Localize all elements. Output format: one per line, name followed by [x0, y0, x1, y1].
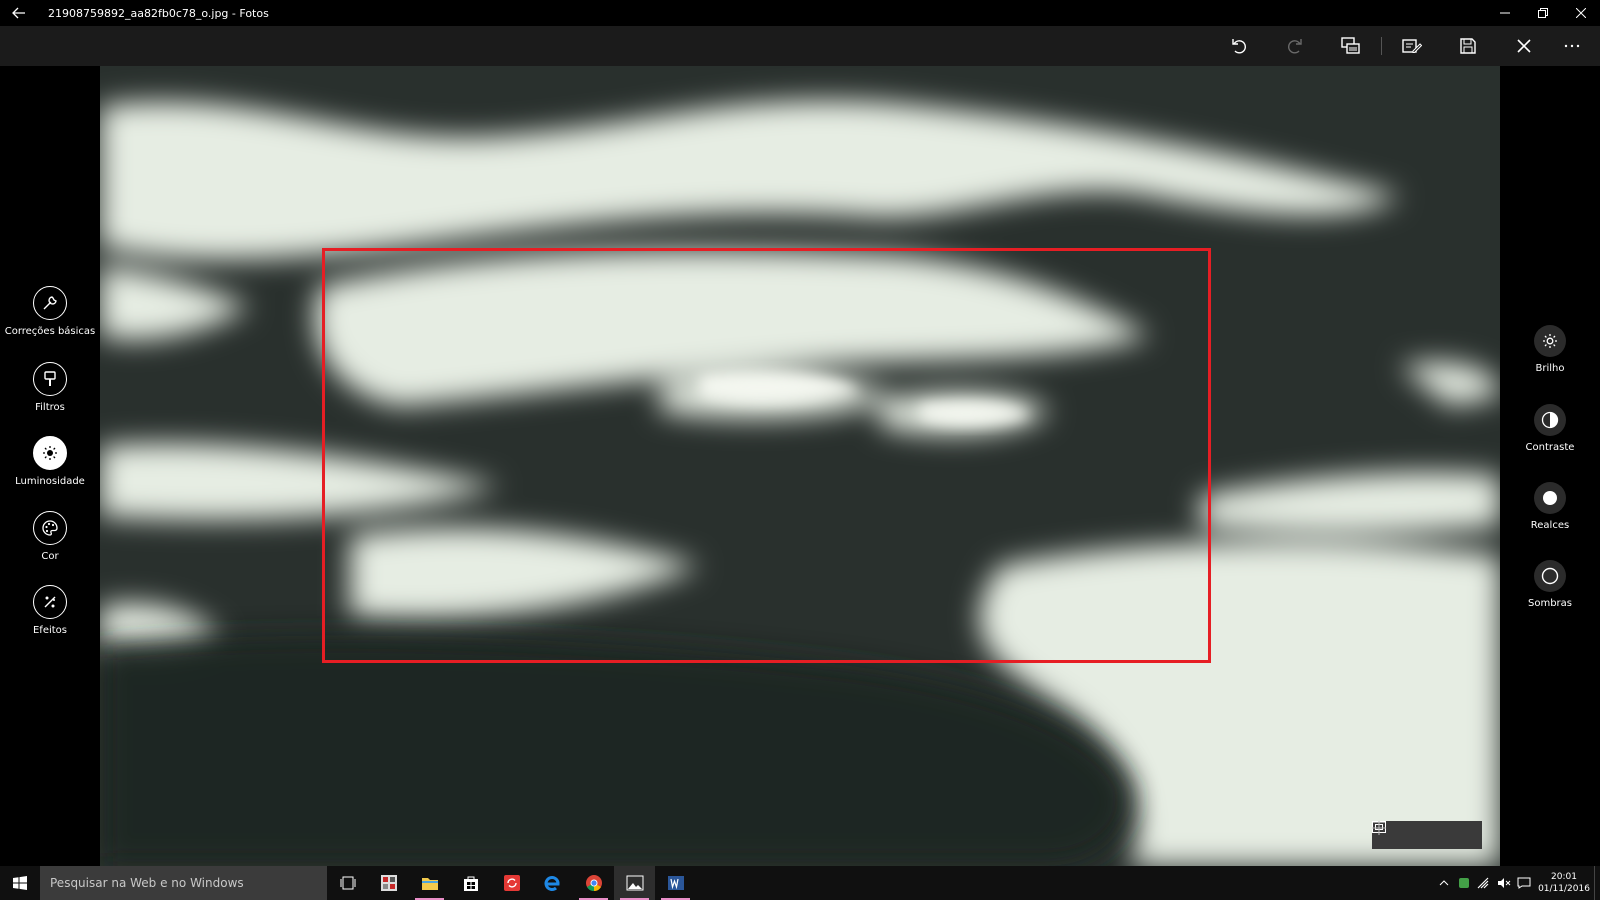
minimize-button[interactable] [1486, 0, 1524, 26]
highlights-icon [1534, 482, 1566, 514]
save-copy-button[interactable] [1384, 26, 1440, 66]
wrench-icon [33, 286, 67, 320]
sun-icon [33, 436, 67, 470]
edit-categories-panel: Correções básicas Filtros Luminosidade C… [0, 66, 100, 866]
brush-icon [33, 362, 67, 396]
compare-button[interactable] [1323, 26, 1379, 66]
folder-icon [421, 878, 438, 890]
contrast-adjustment[interactable]: Contraste [1500, 404, 1600, 453]
brightness-adjustment[interactable]: Brilho [1500, 325, 1600, 374]
photo-canvas[interactable] [100, 66, 1500, 866]
taskbar: Pesquisar na Web e no Windows 20:01 01/1… [0, 866, 1600, 900]
window-title: 21908759892_aa82fb0c78_o.jpg - Fotos [48, 6, 269, 20]
word-icon [667, 876, 684, 890]
edit-toolbar [0, 26, 1600, 66]
title-bar: 21908759892_aa82fb0c78_o.jpg - Fotos [0, 0, 1600, 26]
tray-app-button[interactable] [1454, 866, 1474, 900]
taskbar-app-edge[interactable] [532, 866, 573, 900]
taskbar-search-box[interactable]: Pesquisar na Web e no Windows [40, 866, 327, 900]
clock-date: 01/11/2016 [1538, 884, 1590, 894]
save-button[interactable] [1440, 26, 1496, 66]
volume-muted-icon [1498, 878, 1511, 888]
show-hidden-icons-button[interactable] [1434, 866, 1454, 900]
more-button[interactable] [1552, 26, 1592, 66]
restore-icon [1538, 8, 1548, 18]
taskbar-app-paint[interactable] [368, 866, 409, 900]
sync-app-icon [503, 875, 520, 891]
close-icon [1517, 39, 1531, 53]
palette-icon [33, 511, 67, 545]
compare-icon [1341, 37, 1360, 54]
effects-icon [33, 585, 67, 619]
adjustments-panel: Brilho Contraste Realces Sombras [1500, 66, 1600, 866]
category-effects[interactable]: Efeitos [0, 585, 100, 636]
redo-icon [1288, 39, 1302, 54]
close-editor-button[interactable] [1496, 26, 1552, 66]
redo-button[interactable] [1267, 26, 1323, 66]
task-view-icon [340, 876, 355, 890]
adjustment-label: Realces [1530, 520, 1570, 531]
category-label: Filtros [35, 402, 65, 413]
taskbar-app-chrome[interactable] [573, 866, 614, 900]
minimize-icon [1500, 12, 1510, 14]
adjustment-label: Contraste [1525, 442, 1575, 453]
chevron-up-icon [1439, 880, 1449, 886]
chrome-icon [585, 875, 602, 892]
category-basic-corrections[interactable]: Correções básicas [0, 286, 100, 337]
adjustment-label: Brilho [1535, 363, 1565, 374]
shadows-icon [1534, 560, 1566, 592]
category-filters[interactable]: Filtros [0, 362, 100, 413]
network-button[interactable] [1474, 866, 1494, 900]
notification-icon [1517, 877, 1531, 889]
highlights-adjustment[interactable]: Realces [1500, 482, 1600, 531]
taskbar-clock[interactable]: 20:01 01/11/2016 [1534, 871, 1594, 895]
contrast-icon [1534, 404, 1566, 436]
volume-button[interactable] [1494, 866, 1514, 900]
tray-app-icon [1459, 878, 1469, 888]
start-button[interactable] [0, 866, 40, 900]
action-center-button[interactable] [1514, 866, 1534, 900]
undo-button[interactable] [1211, 26, 1267, 66]
save-copy-icon [1402, 39, 1422, 53]
adjustment-label: Sombras [1527, 598, 1572, 609]
close-icon [1576, 8, 1586, 18]
taskbar-app-file-explorer[interactable] [409, 866, 450, 900]
taskbar-app-photos[interactable] [614, 866, 655, 900]
edge-icon [544, 876, 559, 891]
undo-icon [1232, 39, 1246, 54]
more-icon [1564, 44, 1580, 48]
zoom-controls [1372, 821, 1482, 849]
restore-button[interactable] [1524, 0, 1562, 26]
wifi-icon [1477, 877, 1489, 889]
category-label: Luminosidade [15, 476, 85, 487]
selection-rectangle [322, 248, 1211, 663]
windows-logo-icon [13, 876, 27, 890]
zoom-in-button[interactable] [1372, 821, 1482, 849]
taskbar-app-word[interactable] [655, 866, 696, 900]
back-button[interactable] [0, 0, 38, 26]
save-icon [1460, 38, 1476, 54]
store-icon [463, 876, 478, 891]
clock-time: 20:01 [1551, 872, 1577, 882]
task-view-button[interactable] [327, 866, 368, 900]
photos-app-icon [626, 875, 643, 891]
show-desktop-button[interactable] [1594, 866, 1600, 900]
plus-icon [1372, 821, 1386, 835]
system-tray: 20:01 01/11/2016 [1434, 866, 1600, 900]
search-placeholder: Pesquisar na Web e no Windows [50, 876, 244, 890]
category-label: Efeitos [32, 625, 68, 636]
taskbar-app-store[interactable] [450, 866, 491, 900]
zoom-out-button[interactable] [1372, 821, 1446, 849]
category-color[interactable]: Cor [0, 511, 100, 562]
toolbar-separator [1381, 37, 1382, 55]
back-arrow-icon [12, 7, 25, 19]
shadows-adjustment[interactable]: Sombras [1500, 560, 1600, 609]
category-luminosity[interactable]: Luminosidade [0, 436, 100, 487]
brightness-icon [1534, 325, 1566, 357]
close-window-button[interactable] [1562, 0, 1600, 26]
category-label: Cor [41, 551, 59, 562]
taskbar-app-sync[interactable] [491, 866, 532, 900]
category-label: Correções básicas [4, 326, 96, 337]
paint-app-icon [380, 875, 397, 891]
